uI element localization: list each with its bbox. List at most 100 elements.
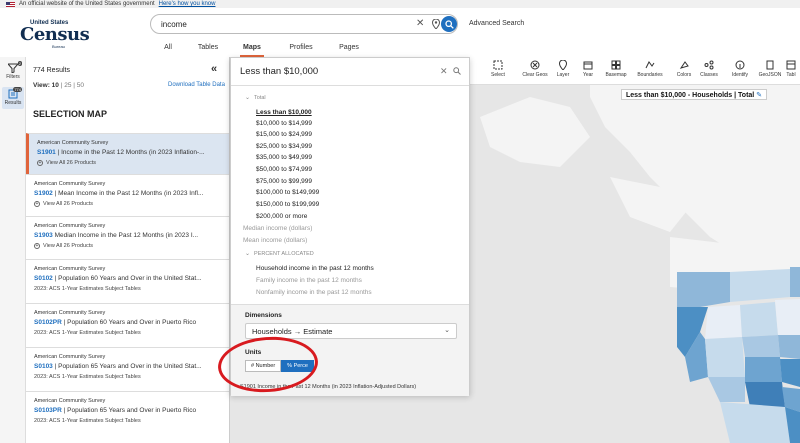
clear-variable-icon[interactable]: ✕ (440, 66, 448, 77)
map-title: Less than $10,000 - Households | Total ✎ (621, 89, 768, 100)
expand-products-icon[interactable]: + (34, 243, 40, 249)
tab-all[interactable]: All (162, 43, 174, 57)
card-subtitle[interactable]: View All 26 Products (43, 201, 93, 207)
tab-tables[interactable]: Tables (197, 43, 219, 57)
card-source: American Community Survey (34, 310, 106, 316)
classes-icon (704, 60, 714, 70)
gov-banner: An official website of the United States… (0, 0, 800, 8)
option-item[interactable]: $75,000 to $99,999 (256, 178, 456, 185)
card-code[interactable]: S0103PR (34, 407, 62, 414)
unit-number-option[interactable]: # Number (245, 360, 282, 372)
collapse-panel-icon[interactable]: « (211, 63, 217, 75)
card-source: American Community Survey (34, 223, 106, 229)
view-option-10[interactable]: 10 (52, 82, 59, 89)
clear-icon (530, 60, 540, 70)
rail-results-label: Results (4, 100, 22, 106)
card-subtitle[interactable]: View All 26 Products (46, 160, 96, 166)
option-item[interactable]: Family income in the past 12 months (256, 277, 456, 284)
dimensions-label: Dimensions (245, 312, 282, 319)
view-option-50[interactable]: 50 (77, 82, 84, 89)
card-subtitle[interactable]: View All 26 Products (43, 243, 93, 249)
tab-maps[interactable]: Maps (240, 43, 264, 57)
card-code[interactable]: S0102 (34, 275, 53, 282)
variable-input-row: ✕ (231, 58, 469, 86)
identify-icon (735, 60, 745, 70)
option-item[interactable]: Nonfamily income in the past 12 months (256, 289, 456, 296)
option-item[interactable]: Mean income (dollars) (243, 237, 443, 244)
tool-table[interactable]: Tabl (782, 59, 800, 78)
left-rail: 2 Filters 774 Results (0, 57, 26, 443)
option-item[interactable]: Less than $10,000 (256, 109, 456, 116)
geojson-icon (766, 60, 774, 70)
tool-identify[interactable]: Identify (724, 59, 756, 78)
tab-profiles[interactable]: Profiles (289, 43, 313, 57)
option-item[interactable]: Household income in the past 12 months (256, 265, 456, 272)
option-item[interactable]: $150,000 to $199,999 (256, 201, 456, 208)
variable-input[interactable] (240, 66, 420, 77)
selection-map-heading: SELECTION MAP (33, 109, 108, 119)
expand-products-icon[interactable]: + (34, 201, 40, 207)
rail-filters[interactable]: 2 Filters (2, 61, 24, 83)
logo-main-text: Census (20, 24, 90, 45)
tool-boundaries[interactable]: Boundaries (634, 59, 666, 78)
unit-percent-option[interactable]: % Perce (281, 360, 314, 372)
edit-pencil-icon[interactable]: ✎ (756, 92, 762, 99)
tool-label: Tabl (786, 72, 796, 78)
card-title: Population 60 Years and Over in Puerto R… (67, 319, 197, 326)
card-source: American Community Survey (37, 140, 109, 146)
result-card-s0102pr[interactable]: American Community Survey S0102PR | Popu… (26, 303, 229, 347)
tool-basemap[interactable]: Basemap (600, 59, 632, 78)
advanced-search-link[interactable]: Advanced Search (469, 20, 524, 27)
card-code[interactable]: S1902 (34, 190, 53, 197)
basemap-icon (611, 60, 621, 70)
units-label: Units (245, 349, 262, 356)
option-item[interactable]: $100,000 to $149,999 (256, 189, 456, 196)
clear-search-icon[interactable]: ✕ (416, 18, 424, 29)
tool-label: GeoJSON (758, 72, 782, 78)
result-card-s0103[interactable]: American Community Survey S0103 | Popula… (26, 347, 229, 391)
option-item[interactable]: Median income (dollars) (243, 225, 443, 232)
tool-classes[interactable]: Classes (693, 59, 725, 78)
download-table-data-link[interactable]: Download Table Data (168, 82, 225, 88)
dimensions-select[interactable]: Households → Estimate ⌄ (245, 323, 457, 339)
colors-icon (679, 61, 689, 69)
result-card-s1902[interactable]: American Community Survey S1902 | Mean I… (26, 174, 229, 216)
us-flag-icon (6, 1, 15, 7)
result-card-s1901[interactable]: American Community Survey S1901 | Income… (26, 133, 229, 174)
option-item[interactable]: $15,000 to $24,999 (256, 131, 456, 138)
tab-pages[interactable]: Pages (339, 43, 359, 57)
tool-label: Boundaries (637, 72, 663, 78)
card-code[interactable]: S0102PR (34, 319, 62, 326)
expand-products-icon[interactable]: + (37, 160, 43, 166)
option-item[interactable]: $35,000 to $49,999 (256, 154, 456, 161)
rail-results[interactable]: 774 Results (2, 87, 24, 109)
gov-banner-link[interactable]: Here's how you know (159, 0, 216, 8)
results-badge: 774 (13, 87, 22, 92)
site-header: United States Census Bureau ✕ Advanced S… (0, 8, 800, 57)
dimensions-value: Households → Estimate (252, 327, 333, 336)
option-item[interactable]: $200,000 or more (256, 213, 456, 220)
chevron-down-icon: ⌄ (245, 251, 251, 257)
option-item[interactable]: $10,000 to $14,999 (256, 120, 456, 127)
result-card-s1903[interactable]: American Community Survey S1903 Median I… (26, 216, 229, 259)
view-option-25[interactable]: 25 (64, 82, 71, 89)
tool-label: Identify (731, 72, 749, 78)
search-button[interactable] (441, 16, 457, 32)
variable-dropdown: ✕ ⌄Total Less than $10,000 $10,000 to $1… (230, 57, 470, 396)
tool-label: Select (491, 72, 505, 78)
chevron-down-icon: ⌄ (245, 95, 251, 101)
search-input[interactable] (161, 18, 401, 30)
search-icon (444, 19, 454, 29)
result-card-s0103pr[interactable]: American Community Survey S0103PR | Popu… (26, 391, 229, 443)
tool-label: Colors (676, 72, 692, 78)
location-pin-icon[interactable] (432, 19, 440, 29)
card-code[interactable]: S0103 (34, 363, 53, 370)
option-item[interactable]: $25,000 to $34,999 (256, 143, 456, 150)
card-code[interactable]: S1901 (37, 149, 56, 156)
option-item[interactable]: $50,000 to $74,999 (256, 166, 456, 173)
card-title: Population 65 Years and Over in the Unit… (58, 363, 202, 370)
card-source: American Community Survey (34, 181, 106, 187)
result-card-s0102[interactable]: American Community Survey S0102 | Popula… (26, 259, 229, 303)
tool-select[interactable]: Select (482, 59, 514, 78)
card-code[interactable]: S1903 (34, 232, 53, 239)
